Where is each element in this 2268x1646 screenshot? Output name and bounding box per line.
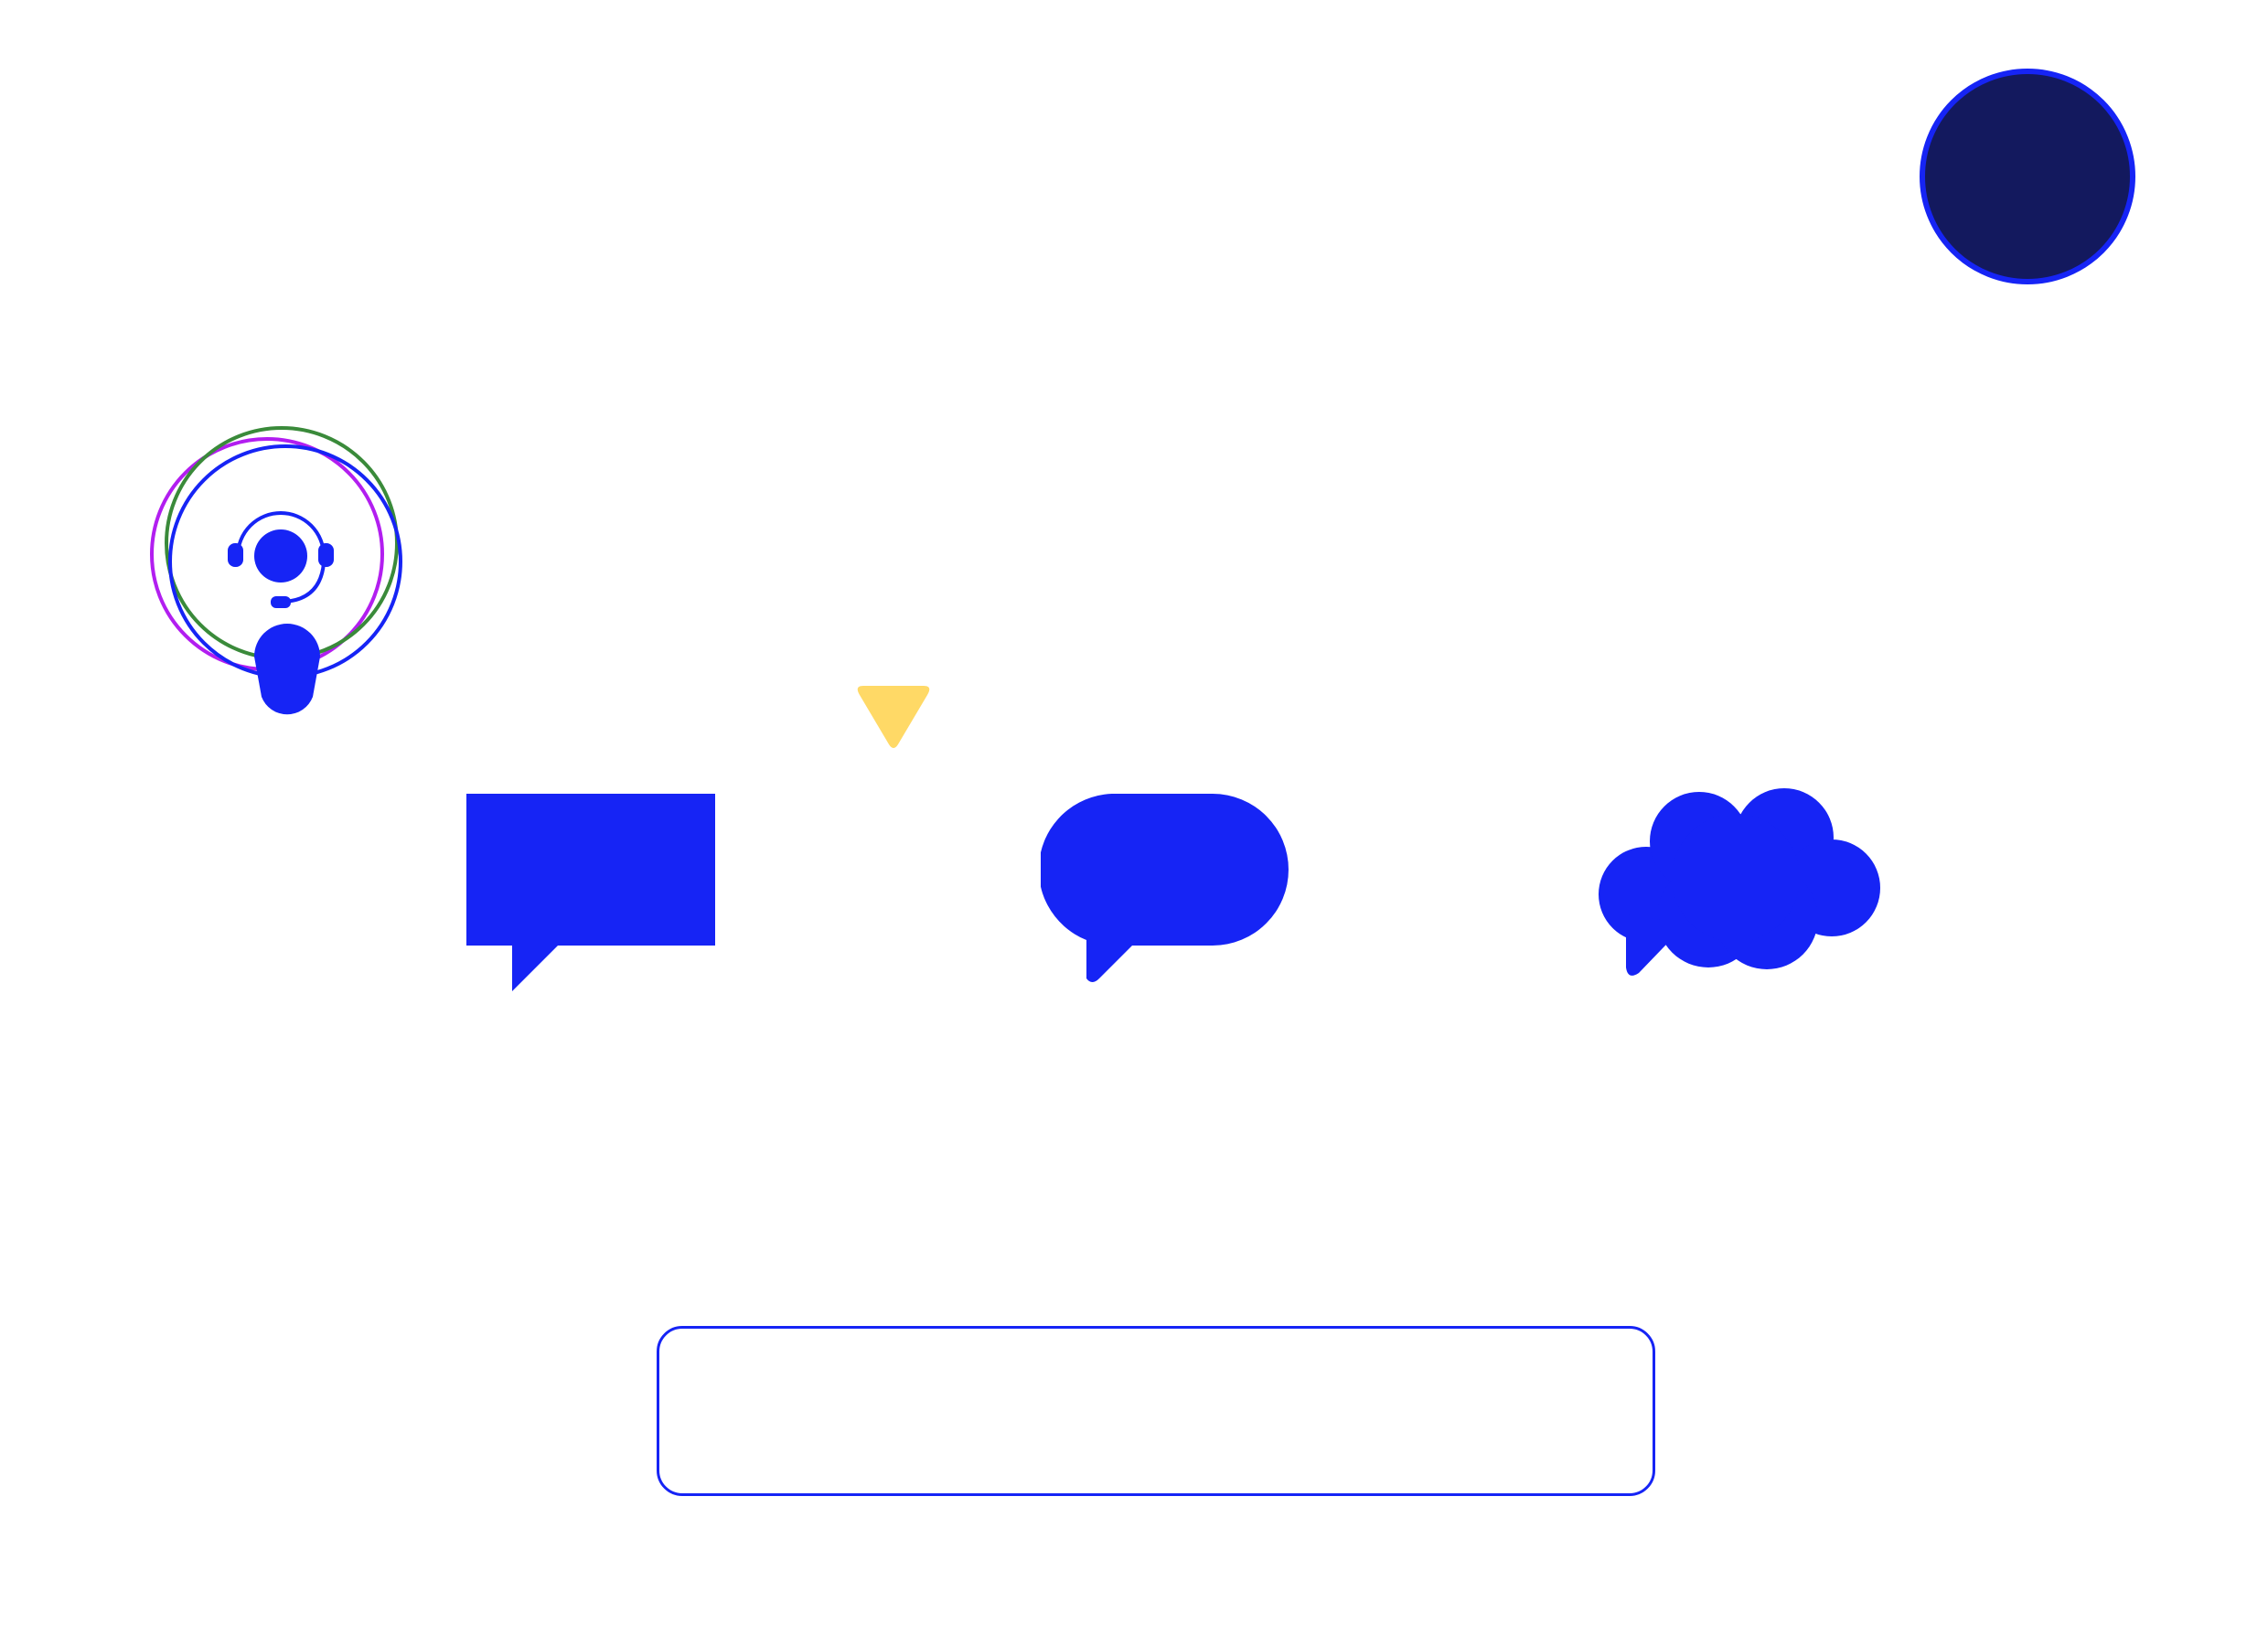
headset-agent-icon (228, 511, 334, 715)
thought-bubble-cloud-icon[interactable] (1599, 786, 1882, 986)
triangle-down-icon (857, 686, 930, 748)
speech-bubble-square-icon[interactable] (466, 794, 715, 999)
support-agent-widget[interactable] (137, 421, 412, 732)
chat-input[interactable] (657, 1326, 1655, 1496)
avatar[interactable] (1920, 69, 2135, 284)
speech-bubble-rounded-icon[interactable] (1041, 794, 1289, 989)
